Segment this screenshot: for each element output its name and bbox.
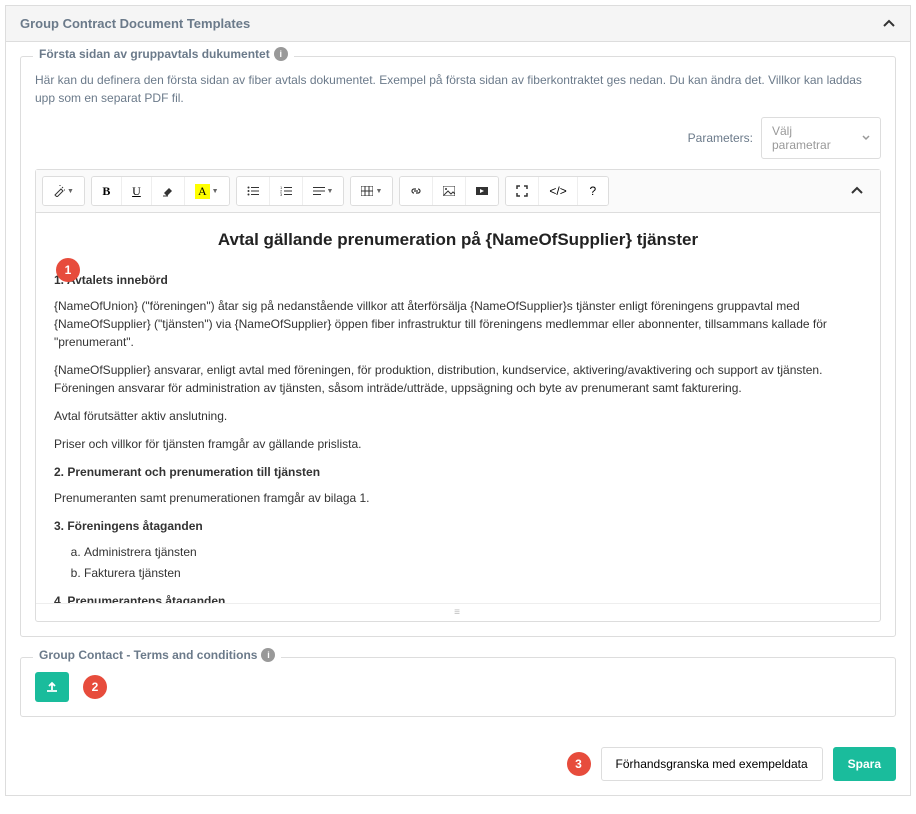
ol-button[interactable]: 123 (270, 177, 303, 205)
editor-content-area[interactable]: 1 Avtal gällande prenumeration på {NameO… (36, 213, 880, 603)
doc-h4: 4. Prenumerantens åtaganden (54, 592, 862, 604)
editor-toolbar: ▼ B U A▼ (36, 170, 880, 213)
underline-button[interactable]: U (122, 177, 152, 205)
font-color-button[interactable]: A▼ (185, 177, 229, 205)
section-description: Här kan du definera den första sidan av … (35, 71, 881, 107)
parameters-row: Parameters: Välj parametrar (35, 117, 881, 159)
rich-text-editor: ▼ B U A▼ (35, 169, 881, 622)
doc-p1: {NameOfUnion} ("föreningen") åtar sig på… (54, 297, 862, 351)
preview-button[interactable]: Förhandsgranska med exempeldata (601, 747, 823, 781)
doc-list-3: Administrera tjänsten Fakturera tjänsten (84, 543, 862, 582)
panel-header: Group Contract Document Templates (6, 6, 910, 42)
doc-title: Avtal gällande prenumeration på {NameOfS… (54, 227, 862, 253)
svg-text:3: 3 (280, 192, 283, 196)
panel-body: Första sidan av gruppavtals dukumentet i… (6, 42, 910, 795)
chevron-down-icon (862, 135, 870, 141)
annotation-badge-2: 2 (83, 675, 107, 699)
table-button[interactable]: ▼ (351, 177, 392, 205)
doc-h2: 2. Prenumerant och prenumeration till tj… (54, 463, 862, 481)
link-button[interactable] (400, 177, 433, 205)
fieldset-legend-2: Group Contact - Terms and conditions i (33, 648, 281, 662)
ul-button[interactable] (237, 177, 270, 205)
panel-title: Group Contract Document Templates (20, 16, 250, 31)
fullscreen-button[interactable] (506, 177, 539, 205)
info-icon[interactable]: i (261, 648, 275, 662)
video-button[interactable] (466, 177, 498, 205)
bold-button[interactable]: B (92, 177, 122, 205)
doc-h1: 1. Avtalets innebörd (54, 271, 862, 289)
footer-actions: 3 Förhandsgranska med exempeldata Spara (20, 737, 896, 781)
info-icon[interactable]: i (274, 47, 288, 61)
image-button[interactable] (433, 177, 466, 205)
doc-p4: Priser och villkor för tjänsten framgår … (54, 435, 862, 453)
parameters-select[interactable]: Välj parametrar (761, 117, 881, 159)
clear-format-button[interactable] (152, 177, 185, 205)
save-button[interactable]: Spara (833, 747, 896, 781)
upload-button[interactable] (35, 672, 69, 702)
doc-p3: Avtal förutsätter aktiv anslutning. (54, 407, 862, 425)
parameters-label: Parameters: (688, 131, 753, 145)
fieldset-legend-1: Första sidan av gruppavtals dukumentet i (33, 47, 294, 61)
doc-h3: 3. Föreningens åtaganden (54, 517, 862, 535)
toolbar-collapse-icon[interactable] (840, 178, 874, 204)
collapse-icon[interactable] (882, 17, 896, 31)
first-page-fieldset: Första sidan av gruppavtals dukumentet i… (20, 56, 896, 637)
terms-fieldset: Group Contact - Terms and conditions i 2 (20, 657, 896, 717)
annotation-badge-1: 1 (56, 258, 80, 282)
resize-handle[interactable]: ≡ (36, 603, 880, 621)
main-panel: Group Contract Document Templates Första… (5, 5, 911, 796)
style-button[interactable]: ▼ (43, 177, 84, 205)
paragraph-button[interactable]: ▼ (303, 177, 344, 205)
code-view-button[interactable]: </> (539, 177, 577, 205)
doc-p5: Prenumeranten samt prenumerationen framg… (54, 489, 862, 507)
doc-p2: {NameOfSupplier} ansvarar, enligt avtal … (54, 361, 862, 397)
annotation-badge-3: 3 (567, 752, 591, 776)
help-button[interactable]: ? (578, 177, 608, 205)
